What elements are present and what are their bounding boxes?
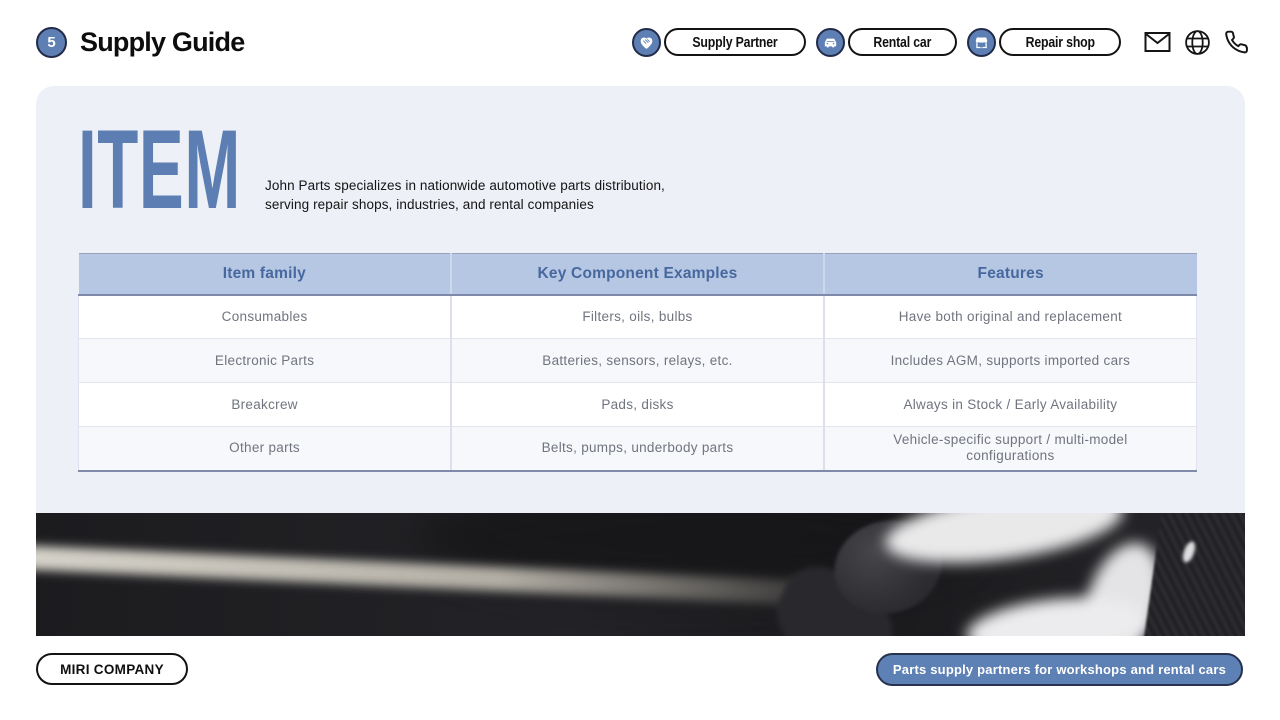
table-cell: Electronic Parts: [79, 339, 452, 383]
table-cell: Other parts: [79, 427, 452, 471]
table-cell: Filters, oils, bulbs: [451, 295, 824, 339]
brand: 5 Supply Guide: [36, 27, 244, 58]
table-row: Electronic Parts Batteries, sensors, rel…: [79, 339, 1197, 383]
supply-partner-label: Supply Partner: [692, 34, 777, 51]
tagline-badge: Parts supply partners for workshops and …: [876, 653, 1243, 686]
table-cell: Belts, pumps, underbody parts: [451, 427, 824, 471]
repair-shop-label: Repair shop: [1025, 34, 1094, 51]
page-title: Supply Guide: [80, 27, 244, 58]
photo-steering-rim: [1143, 513, 1245, 636]
col-header-features: Features: [824, 254, 1197, 295]
section-title: ITEM: [78, 124, 241, 216]
car-icon: [816, 28, 845, 57]
table-header-row: Item family Key Component Examples Featu…: [79, 254, 1197, 295]
table-cell: Vehicle-specific support / multi-model c…: [824, 427, 1197, 471]
mail-icon[interactable]: [1144, 31, 1171, 53]
description-line-1: John Parts specializes in nationwide aut…: [265, 177, 665, 196]
table-row: Breakcrew Pads, disks Always in Stock / …: [79, 383, 1197, 427]
repair-shop-button[interactable]: Repair shop: [999, 28, 1121, 56]
table-cell: Have both original and replacement: [824, 295, 1197, 339]
globe-icon[interactable]: [1184, 29, 1211, 56]
table-cell: Pads, disks: [451, 383, 824, 427]
parts-table: Item family Key Component Examples Featu…: [78, 253, 1197, 472]
rental-car-button[interactable]: Rental car: [848, 28, 957, 56]
page-number-badge: 5: [36, 27, 67, 58]
table-cell: Batteries, sensors, relays, etc.: [451, 339, 824, 383]
table-cell: Consumables: [79, 295, 452, 339]
col-header-item-family: Item family: [79, 254, 452, 295]
header-nav: Supply Partner Rental car Repair shop: [632, 28, 1249, 57]
phone-icon[interactable]: [1224, 30, 1249, 55]
description-line-2: serving repair shops, industries, and re…: [265, 196, 665, 215]
table-cell: Includes AGM, supports imported cars: [824, 339, 1197, 383]
table-cell: Always in Stock / Early Availability: [824, 383, 1197, 427]
table-cell: Breakcrew: [79, 383, 452, 427]
store-icon: [967, 28, 996, 57]
col-header-key-components: Key Component Examples: [451, 254, 824, 295]
top-bar: 5 Supply Guide Supply Partner Rental car: [36, 0, 1249, 84]
heart-handshake-icon: [632, 28, 661, 57]
rental-car-label: Rental car: [873, 34, 931, 51]
supply-partner-button[interactable]: Supply Partner: [664, 28, 806, 56]
table-row: Consumables Filters, oils, bulbs Have bo…: [79, 295, 1197, 339]
section-description: John Parts specializes in nationwide aut…: [265, 177, 665, 214]
company-button[interactable]: MIRI COMPANY: [36, 653, 188, 685]
table-row: Other parts Belts, pumps, underbody part…: [79, 427, 1197, 471]
car-interior-photo: [36, 513, 1245, 636]
